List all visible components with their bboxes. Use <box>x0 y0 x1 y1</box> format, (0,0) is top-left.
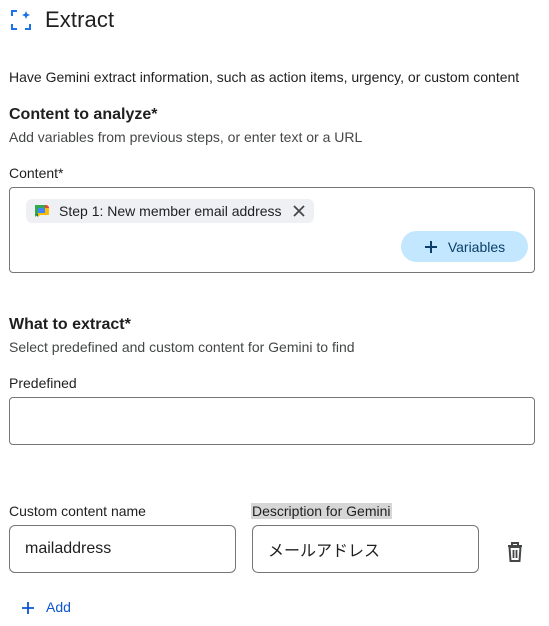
custom-name-input[interactable]: mailaddress <box>9 525 236 573</box>
predefined-label: Predefined <box>9 375 77 391</box>
delete-icon[interactable] <box>505 541 525 563</box>
content-section-subtitle: Add variables from previous steps, or en… <box>9 129 363 145</box>
page-header: Extract <box>10 6 114 34</box>
custom-name-label: Custom content name <box>9 503 146 519</box>
google-chat-icon <box>34 203 50 219</box>
description-input[interactable]: メールアドレス <box>252 525 479 573</box>
add-variables-button[interactable]: Variables <box>401 231 528 262</box>
description-label: Description for Gemini <box>251 503 392 519</box>
extract-focus-icon <box>10 9 32 31</box>
extract-section-title: What to extract* <box>9 316 131 333</box>
content-field[interactable]: Step 1: New member email address Variabl… <box>9 187 535 273</box>
chip-label: Step 1: New member email address <box>59 203 282 219</box>
add-button-label: Add <box>46 599 71 615</box>
intro-text: Have Gemini extract information, such as… <box>9 69 520 85</box>
plus-icon <box>22 601 34 614</box>
page-title: Extract <box>45 7 115 32</box>
close-icon[interactable] <box>292 204 306 218</box>
content-field-label: Content* <box>9 165 64 181</box>
variable-chip[interactable]: Step 1: New member email address <box>26 199 314 223</box>
predefined-select[interactable] <box>9 397 535 445</box>
add-custom-content-button[interactable]: Add <box>22 599 71 615</box>
variables-button-label: Variables <box>447 238 506 255</box>
content-section-title: Content to analyze* <box>9 106 158 123</box>
extract-section-subtitle: Select predefined and custom content for… <box>9 339 355 355</box>
plus-icon <box>424 240 438 254</box>
